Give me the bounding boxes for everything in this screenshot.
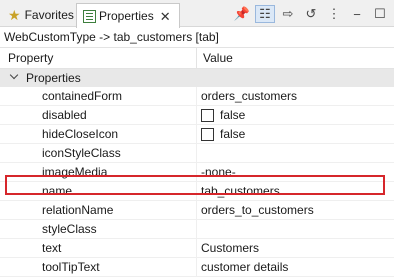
minimize-icon: −	[353, 6, 361, 22]
minimize-button[interactable]: −	[347, 5, 367, 23]
chevron-down-icon[interactable]	[10, 73, 18, 81]
checkbox[interactable]	[201, 108, 214, 122]
table-row[interactable]: relationName orders_to_customers	[0, 201, 394, 220]
star-icon: ★	[8, 7, 21, 23]
table-row[interactable]: iconStyleClass	[0, 144, 394, 163]
table-row[interactable]: text Customers	[0, 239, 394, 258]
view-toolbar: 📌 ☷ ⇨ ↺ ⋮ − ☐	[229, 5, 390, 23]
property-name: hideCloseIcon	[42, 127, 119, 141]
view-tab-bar: ★ Favorites Properties ✕ 📌 ☷ ⇨ ↺ ⋮ − ☐	[0, 0, 394, 28]
property-name: iconStyleClass	[42, 146, 121, 160]
property-name: relationName	[42, 203, 114, 217]
close-icon[interactable]: ✕	[160, 10, 171, 23]
column-header-property[interactable]: Property	[8, 51, 53, 65]
categories-icon: ☷	[259, 6, 271, 21]
checkbox[interactable]	[201, 127, 214, 141]
restore-default-button[interactable]: ↺	[301, 5, 321, 23]
table-row[interactable]: disabled false	[0, 106, 394, 125]
tab-favorites[interactable]: ★ Favorites	[4, 3, 76, 27]
column-header-value[interactable]: Value	[203, 51, 233, 65]
property-value[interactable]: Customers	[201, 241, 259, 255]
property-name: disabled	[42, 108, 87, 122]
advanced-icon: ⇨	[282, 6, 294, 21]
property-name: toolTipText	[42, 260, 100, 274]
properties-table: Property Value Properties containedForm …	[0, 47, 394, 277]
column-divider[interactable]	[196, 48, 197, 68]
tab-properties-label: Properties	[99, 9, 154, 23]
undo-icon: ↺	[305, 6, 317, 21]
maximize-icon: ☐	[374, 6, 386, 21]
view-menu-button[interactable]: ⋮	[324, 5, 344, 23]
property-value[interactable]: customer details	[201, 260, 288, 274]
property-value[interactable]: orders_customers	[201, 89, 297, 103]
property-name: text	[42, 241, 62, 255]
pin-button[interactable]: 📌	[232, 5, 252, 23]
pin-icon: 📌	[233, 6, 251, 21]
property-value[interactable]: orders_to_customers	[201, 203, 314, 217]
property-value[interactable]: false	[201, 108, 245, 122]
category-label: Properties	[26, 71, 81, 85]
more-vertical-icon: ⋮	[327, 6, 341, 21]
highlight-box	[5, 175, 385, 195]
maximize-button[interactable]: ☐	[370, 5, 390, 23]
tab-favorites-label: Favorites	[24, 8, 74, 22]
table-row[interactable]: toolTipText customer details	[0, 258, 394, 277]
tab-properties[interactable]: Properties ✕	[76, 3, 180, 28]
property-name: containedForm	[42, 89, 123, 103]
table-row[interactable]: styleClass	[0, 220, 394, 239]
table-header: Property Value	[0, 47, 394, 69]
property-value[interactable]: false	[201, 127, 245, 141]
breadcrumb: WebCustomType -> tab_customers [tab]	[4, 30, 219, 44]
table-row[interactable]: hideCloseIcon false	[0, 125, 394, 144]
show-advanced-button[interactable]: ⇨	[278, 5, 298, 23]
show-categories-button[interactable]: ☷	[255, 5, 275, 23]
table-row[interactable]: containedForm orders_customers	[0, 87, 394, 106]
property-name: styleClass	[42, 222, 97, 236]
properties-icon	[83, 9, 96, 23]
category-row-properties[interactable]: Properties	[0, 69, 394, 87]
